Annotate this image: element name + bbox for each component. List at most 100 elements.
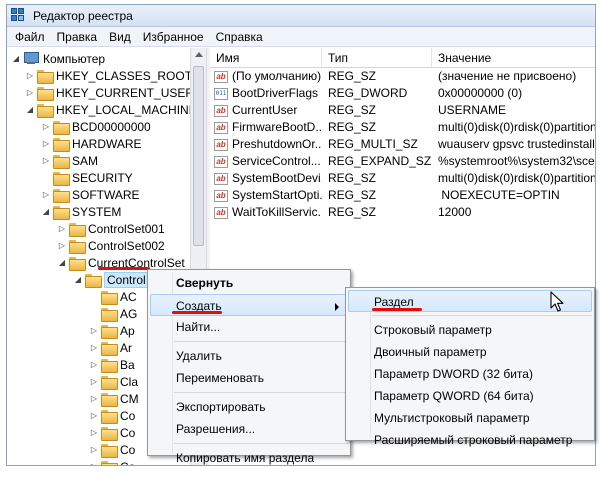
menu-view[interactable]: Вид: [103, 27, 137, 47]
tree-node-child[interactable]: ▷ Co: [89, 458, 135, 465]
tree-node-bcd[interactable]: ▷ BCD00000000: [41, 118, 151, 135]
tree-node-software[interactable]: ▷ SOFTWARE: [41, 186, 140, 203]
expand-arrow-icon[interactable]: ▷: [25, 71, 35, 80]
tree-node-child[interactable]: AC: [101, 288, 137, 305]
value-row[interactable]: 011 BootDriverFlags REG_DWORD 0x00000000 (0…: [210, 85, 595, 102]
expand-arrow-icon[interactable]: ▷: [89, 326, 99, 335]
scrollbar-thumb[interactable]: [193, 66, 204, 246]
registry-app-icon: [11, 7, 27, 24]
value-name-cell: ab (По умолчанию): [210, 68, 322, 85]
tree-node-child[interactable]: ▷ Ba: [89, 356, 135, 373]
value-type: REG_SZ: [328, 171, 377, 185]
tree-node-sam[interactable]: ▷ SAM: [41, 152, 98, 169]
expand-arrow-icon[interactable]: ▷: [57, 224, 67, 233]
value-name: WaitToKillServic...: [232, 205, 322, 219]
menu-item-copy-key-name[interactable]: Копировать имя раздела: [148, 447, 350, 469]
collapse-arrow-icon[interactable]: ◢: [25, 105, 35, 114]
red-underline-control: [98, 267, 150, 270]
submenu-item-string-value[interactable]: Строковый параметр: [346, 319, 594, 341]
tree-node-label: BCD00000000: [72, 119, 151, 134]
tree-node-security[interactable]: SECURITY: [41, 169, 133, 186]
submenu-item-expandable-string-value[interactable]: Расширяемый строковый параметр: [346, 429, 594, 451]
menu-item-permissions[interactable]: Разрешения...: [148, 418, 350, 440]
collapse-arrow-icon[interactable]: ◢: [57, 258, 67, 267]
tree-node-child[interactable]: ▷ Co: [89, 441, 135, 458]
expand-arrow-icon[interactable]: ▷: [89, 462, 99, 465]
tree-node-hklm[interactable]: ◢ HKEY_LOCAL_MACHINE: [25, 101, 190, 118]
tree-node-label: Co: [120, 460, 135, 466]
expand-arrow-icon[interactable]: ▷: [25, 88, 35, 97]
menu-item-delete[interactable]: Удалить: [148, 345, 350, 367]
value-row[interactable]: ab CurrentUser REG_SZ USERNAME: [210, 102, 595, 119]
menu-edit[interactable]: Правка: [51, 27, 104, 47]
menu-file[interactable]: Файл: [9, 27, 51, 47]
tree-node-child[interactable]: ▷ Cla: [89, 373, 138, 390]
menu-favorites[interactable]: Избранное: [137, 27, 210, 47]
folder-icon: [37, 103, 54, 118]
expand-arrow-icon[interactable]: ▷: [89, 377, 99, 386]
value-name: (По умолчанию): [232, 69, 322, 83]
tree-node-child[interactable]: ▷ Co: [89, 407, 135, 424]
tree-node-child[interactable]: ▷ Co: [89, 424, 135, 441]
expand-arrow-icon[interactable]: ▷: [89, 428, 99, 437]
expand-arrow-icon[interactable]: ▷: [57, 241, 67, 250]
tree-node-control[interactable]: ◢ Control: [73, 271, 149, 288]
tree-node-child[interactable]: ▷ Ar: [89, 339, 132, 356]
collapse-arrow-icon[interactable]: ◢: [11, 54, 21, 63]
value-row[interactable]: ab SystemBootDevi... REG_SZ multi(0)disk(0)…: [210, 170, 595, 187]
scroll-up-arrow-icon[interactable]: [195, 52, 203, 57]
menu-item-rename[interactable]: Переименовать: [148, 367, 350, 389]
menu-help[interactable]: Справка: [210, 27, 269, 47]
menu-item-collapse[interactable]: Свернуть: [148, 272, 350, 294]
tree-node-system[interactable]: ◢ SYSTEM: [41, 203, 121, 220]
menu-separator: [174, 341, 348, 342]
red-underline-create: [172, 311, 222, 314]
collapse-arrow-icon[interactable]: ◢: [73, 275, 83, 284]
menu-item-find[interactable]: Найти...: [148, 316, 350, 338]
title-bar[interactable]: Редактор реестра: [7, 5, 595, 27]
tree-node-label: AG: [120, 306, 138, 321]
value-row[interactable]: ab WaitToKillServic... REG_SZ 12000: [210, 204, 595, 221]
tree-node-hardware[interactable]: ▷ HARDWARE: [41, 135, 142, 152]
expand-arrow-icon[interactable]: ▷: [89, 411, 99, 420]
expand-arrow-icon[interactable]: ▷: [41, 156, 51, 165]
submenu-item-qword-value[interactable]: Параметр QWORD (64 бита): [346, 385, 594, 407]
value-type: REG_SZ: [328, 103, 377, 117]
expand-arrow-icon[interactable]: ▷: [41, 122, 51, 131]
folder-icon: [53, 120, 70, 135]
folder-open-icon: [85, 273, 102, 288]
submenu-item-multistring-value[interactable]: Мультистроковый параметр: [346, 407, 594, 429]
tree-node-label: HKEY_CURRENT_USER: [56, 85, 190, 100]
column-header-type[interactable]: Тип: [322, 48, 432, 67]
expand-arrow-icon[interactable]: ▷: [41, 190, 51, 199]
tree-node-controlset002[interactable]: ▷ ControlSet002: [57, 237, 165, 254]
submenu-item-binary-value[interactable]: Двоичный параметр: [346, 341, 594, 363]
submenu-item-dword-value[interactable]: Параметр DWORD (32 бита): [346, 363, 594, 385]
folder-icon: [53, 154, 70, 169]
tree-node-hkcr[interactable]: ▷ HKEY_CLASSES_ROOT: [25, 67, 190, 84]
tree-node-label: HKEY_CLASSES_ROOT: [56, 68, 190, 83]
expand-arrow-icon[interactable]: ▷: [89, 394, 99, 403]
value-row[interactable]: ab FirmwareBootD... REG_SZ multi(0)disk(0)r…: [210, 119, 595, 136]
value-name: SystemStartOpti...: [232, 188, 322, 202]
column-header-value[interactable]: Значение: [432, 48, 595, 67]
value-name: BootDriverFlags: [232, 86, 319, 100]
collapse-arrow-icon[interactable]: ◢: [41, 207, 51, 216]
expand-arrow-icon[interactable]: ▷: [89, 445, 99, 454]
tree-node-child[interactable]: ▷ Ap: [89, 322, 135, 339]
expand-arrow-icon[interactable]: ▷: [41, 139, 51, 148]
tree-node-controlset001[interactable]: ▷ ControlSet001: [57, 220, 165, 237]
value-row[interactable]: ab ServiceControl... REG_EXPAND_SZ %systemr…: [210, 153, 595, 170]
expand-arrow-icon[interactable]: ▷: [89, 360, 99, 369]
column-header-name[interactable]: Имя: [210, 48, 322, 67]
value-type: REG_SZ: [328, 205, 377, 219]
value-row[interactable]: ab (По умолчанию) REG_SZ (значение не присв…: [210, 68, 595, 85]
tree-node-hkcu[interactable]: ▷ HKEY_CURRENT_USER: [25, 84, 190, 101]
tree-node-child[interactable]: AG: [101, 305, 137, 322]
expand-arrow-icon[interactable]: ▷: [89, 343, 99, 352]
value-row[interactable]: ab PreshutdownOr... REG_MULTI_SZ wuauserv g…: [210, 136, 595, 153]
value-row[interactable]: ab SystemStartOpti... REG_SZ NOEXECUTE=OPT…: [210, 187, 595, 204]
menu-item-export[interactable]: Экспортировать: [148, 396, 350, 418]
tree-node-child[interactable]: ▷ CM: [89, 390, 139, 407]
tree-node-computer[interactable]: ◢ Компьютер: [11, 50, 105, 67]
